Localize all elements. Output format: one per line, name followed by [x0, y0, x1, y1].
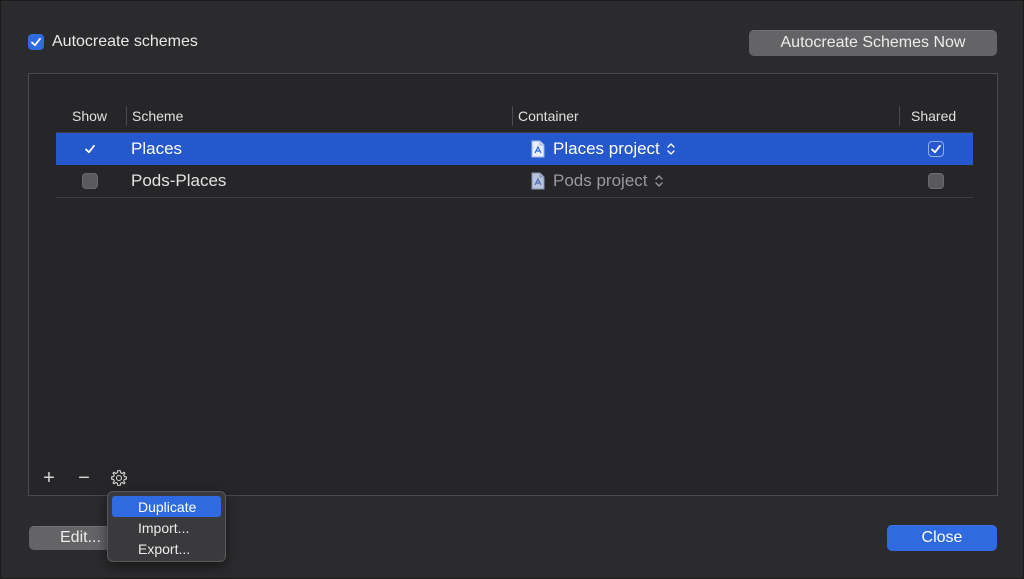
container-popup[interactable]: Places project: [531, 133, 676, 165]
container-label: Places project: [553, 139, 660, 158]
gear-menu-button[interactable]: [108, 467, 130, 489]
scheme-name: Pods-Places: [131, 171, 227, 190]
schemes-panel: Show Scheme Container Shared Places Plac…: [28, 73, 998, 496]
table-row[interactable]: Places Places project: [56, 133, 973, 165]
autocreate-row: Autocreate schemes: [28, 33, 198, 51]
container-label: Pods project: [553, 171, 648, 190]
table-header: Show Scheme Container Shared: [56, 100, 973, 133]
project-file-icon: [531, 172, 545, 190]
column-header-container-label: Container: [518, 108, 579, 124]
column-header-scheme[interactable]: Scheme: [126, 100, 512, 132]
manage-schemes-window: Autocreate schemes Autocreate Schemes No…: [0, 0, 1024, 579]
table-row[interactable]: Pods-Places Pods project: [56, 165, 973, 198]
column-header-shared[interactable]: Shared: [899, 100, 973, 132]
menu-item-import[interactable]: Import...: [112, 517, 221, 538]
close-button[interactable]: Close: [887, 525, 997, 551]
checkmark-icon: [31, 37, 41, 47]
remove-scheme-button[interactable]: −: [73, 467, 95, 489]
show-checkbox[interactable]: [82, 173, 98, 189]
menu-item-duplicate[interactable]: Duplicate: [112, 496, 221, 517]
shared-checkbox[interactable]: [928, 141, 944, 157]
show-checkbox[interactable]: [82, 141, 98, 157]
autocreate-label: Autocreate schemes: [52, 33, 198, 50]
shared-checkbox[interactable]: [928, 173, 944, 189]
autocreate-now-button[interactable]: Autocreate Schemes Now: [749, 30, 997, 56]
chevron-up-down-icon: [654, 175, 663, 187]
gear-icon: [111, 470, 127, 486]
gear-popup-menu: Duplicate Import... Export...: [107, 491, 226, 562]
schemes-table: Show Scheme Container Shared Places Plac…: [56, 100, 973, 198]
autocreate-checkbox[interactable]: [28, 34, 44, 50]
column-header-show[interactable]: Show: [72, 100, 107, 132]
menu-item-export[interactable]: Export...: [112, 538, 221, 559]
column-header-scheme-label: Scheme: [132, 108, 184, 124]
checkmark-icon: [931, 144, 941, 154]
column-header-container[interactable]: Container: [512, 100, 898, 132]
add-scheme-button[interactable]: +: [38, 467, 60, 489]
column-header-shared-label: Shared: [911, 108, 957, 124]
edit-button[interactable]: Edit...: [29, 526, 111, 550]
container-popup[interactable]: Pods project: [531, 165, 664, 197]
project-file-icon: [531, 140, 545, 158]
checkmark-icon: [85, 144, 95, 154]
chevron-up-down-icon: [667, 143, 675, 155]
scheme-name: Places: [131, 139, 183, 158]
